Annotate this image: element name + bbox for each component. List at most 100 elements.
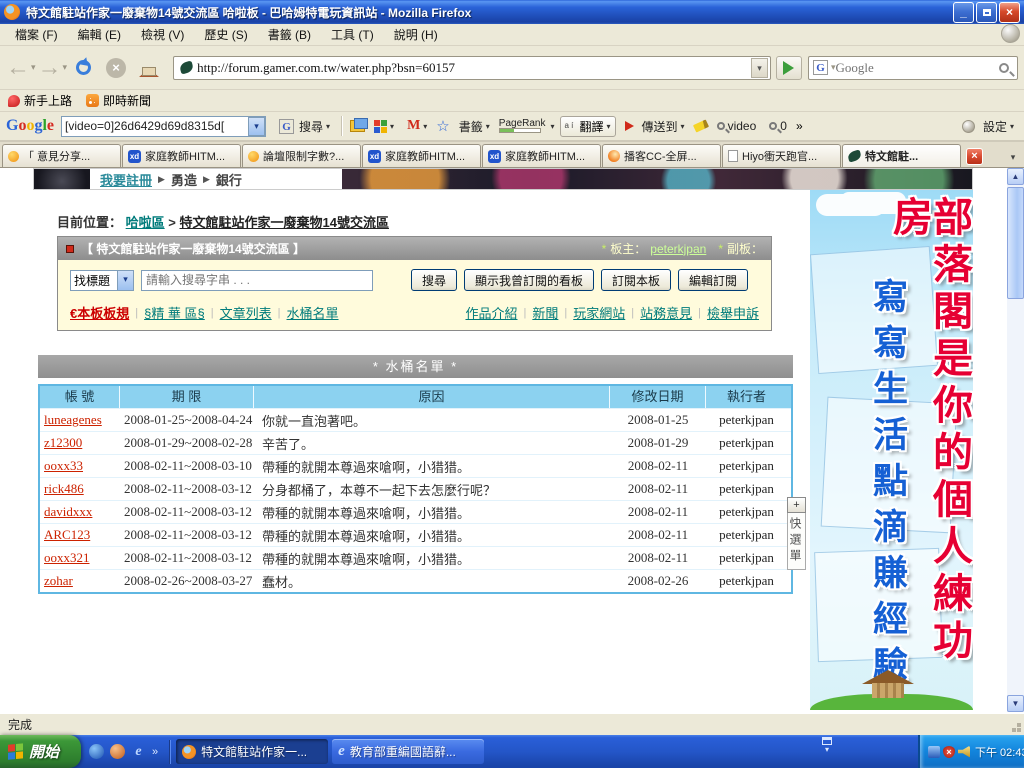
avatar-link[interactable]: 勇造 xyxy=(171,170,197,189)
go-button[interactable] xyxy=(776,56,802,80)
task-ie[interactable]: e 教育部重編國語辭... xyxy=(332,739,484,764)
account-link[interactable]: rick486 xyxy=(40,481,120,497)
tab-5[interactable]: xd 家庭教師HITM... xyxy=(482,144,601,167)
send-to-button[interactable]: 傳送到 ▾ xyxy=(621,116,689,137)
menu-tools[interactable]: 工具 (T) xyxy=(322,24,383,45)
back-button[interactable]: ← ▾ xyxy=(6,56,36,80)
menu-edit[interactable]: 編輯 (E) xyxy=(69,24,130,45)
resize-grip[interactable] xyxy=(1017,728,1021,732)
highlighter-icon[interactable] xyxy=(693,119,709,132)
bookmark-getting-started[interactable]: 新手上路 xyxy=(8,92,72,109)
register-link[interactable]: 我要註冊 xyxy=(100,170,152,189)
bank-link[interactable]: 銀行 xyxy=(216,170,242,189)
toolbar-search-button[interactable]: G 搜尋 ▾ xyxy=(271,116,334,137)
bookmark-star-icon[interactable]: ☆ xyxy=(436,117,449,135)
settings-button[interactable]: 設定 ▾ xyxy=(979,116,1018,137)
apps-cube-button[interactable]: ▾ xyxy=(370,118,398,135)
forward-button[interactable]: → ▾ xyxy=(38,56,68,80)
quick-menu-widget[interactable]: + 快選單 xyxy=(786,497,807,570)
toolbar-overflow-chevron[interactable]: » xyxy=(796,119,803,133)
tab-3[interactable]: 論壇限制字數?... xyxy=(242,144,361,167)
scroll-up-icon[interactable]: ▲ xyxy=(1007,168,1024,185)
find-word-count-button[interactable]: 0 xyxy=(765,117,791,135)
back-dropdown-icon[interactable]: ▾ xyxy=(31,62,36,73)
tab-8-active[interactable]: 特文館駐... xyxy=(842,144,961,167)
subscribe-button[interactable]: 訂閱本板 xyxy=(601,269,671,291)
internet-explorer-icon[interactable]: e xyxy=(131,744,146,759)
quick-launch-icon-1[interactable] xyxy=(89,744,104,759)
site-feedback-link[interactable]: 站務意見 xyxy=(640,303,692,322)
ban-list-link[interactable]: 水桶名單 xyxy=(287,303,339,322)
report-link[interactable]: 檢舉申訴 xyxy=(707,303,759,322)
account-link[interactable]: luneagenes xyxy=(40,412,120,428)
tab-close-button[interactable]: × xyxy=(966,148,983,165)
reload-icon[interactable] xyxy=(76,60,91,75)
home-icon[interactable] xyxy=(138,59,160,77)
menu-file[interactable]: 檔案 (F) xyxy=(6,24,67,45)
board-rules-link[interactable]: €本板板規 xyxy=(70,303,129,322)
breadcrumb-section-link[interactable]: 哈啦區 xyxy=(126,215,165,230)
close-button[interactable]: × xyxy=(999,2,1020,23)
photos-icon[interactable] xyxy=(350,120,365,132)
tab-6[interactable]: 播客CC-全屏... xyxy=(602,144,721,167)
account-link[interactable]: davidxxx xyxy=(40,504,120,520)
google-engine-icon[interactable]: G xyxy=(813,60,828,75)
search-magnifier-icon[interactable] xyxy=(999,63,1009,73)
menu-view[interactable]: 檢視 (V) xyxy=(132,24,193,45)
menu-history[interactable]: 歷史 (S) xyxy=(195,24,256,45)
search-button[interactable]: 搜尋 xyxy=(411,269,457,291)
sidebar-ad[interactable]: 部落閣是你的個人練功房 寫寫生活點滴賺經驗 xyxy=(810,190,973,710)
account-link[interactable]: ARC123 xyxy=(40,527,120,543)
account-link[interactable]: z12300 xyxy=(40,435,120,451)
address-dropdown-icon[interactable]: ▾ xyxy=(751,58,768,78)
account-link[interactable]: zohar xyxy=(40,573,120,589)
stop-icon[interactable]: × xyxy=(106,58,126,78)
essence-area-link[interactable]: §精 華 區§ xyxy=(144,303,205,322)
search-type-select[interactable]: 找標題 ▾ xyxy=(70,270,134,291)
tray-security-alert-icon[interactable] xyxy=(943,746,955,758)
bookmark-latest-news[interactable]: 即時新聞 xyxy=(86,92,151,109)
moderator-link[interactable]: peterkjpan xyxy=(650,242,706,256)
menu-help[interactable]: 說明 (H) xyxy=(385,24,447,45)
web-search-input[interactable] xyxy=(836,60,999,76)
pagerank-widget[interactable]: PageRank xyxy=(499,119,546,133)
url-input[interactable] xyxy=(197,60,751,76)
tab-2[interactable]: xd 家庭教師HITM... xyxy=(122,144,241,167)
translate-button[interactable]: a í 翻譯 ▾ xyxy=(560,116,616,137)
edit-subscription-button[interactable]: 編輯訂閱 xyxy=(678,269,748,291)
quick-launch-icon-2[interactable] xyxy=(110,744,125,759)
account-link[interactable]: ooxx33 xyxy=(40,458,120,474)
tray-volume-icon[interactable] xyxy=(958,746,970,758)
forward-dropdown-icon[interactable]: ▾ xyxy=(63,62,68,73)
quick-menu-label[interactable]: 快選單 xyxy=(787,513,806,570)
tab-7[interactable]: Hiyo衝天跑官... xyxy=(722,144,841,167)
scrollbar-thumb[interactable] xyxy=(1007,187,1024,299)
board-search-input[interactable] xyxy=(141,270,373,291)
show-subscribed-button[interactable]: 顯示我曾訂閱的看板 xyxy=(464,269,594,291)
gmail-button[interactable]: M ▾ xyxy=(403,116,431,136)
start-button[interactable]: 開始 xyxy=(0,735,81,768)
quick-launch-overflow[interactable]: » xyxy=(152,746,158,758)
toolbar-search-combo[interactable]: ▾ xyxy=(61,116,266,137)
combo-dropdown-icon[interactable]: ▾ xyxy=(248,117,265,136)
toolbar-bookmarks-button[interactable]: 書籤 ▾ xyxy=(455,116,494,137)
article-list-link[interactable]: 文章列表 xyxy=(220,303,272,322)
find-word-video-button[interactable]: video xyxy=(713,117,761,135)
tray-network-icon[interactable] xyxy=(928,746,940,758)
scroll-down-icon[interactable]: ▼ xyxy=(1007,695,1024,712)
menu-bookmarks[interactable]: 書籤 (B) xyxy=(259,24,320,45)
toolbar-search-input[interactable] xyxy=(62,119,248,133)
works-intro-link[interactable]: 作品介紹 xyxy=(465,303,517,322)
tab-4[interactable]: xd 家庭教師HITM... xyxy=(362,144,481,167)
maximize-button[interactable] xyxy=(976,2,997,23)
taskbar-band-chevron[interactable]: ▾ xyxy=(822,737,832,755)
tab-1[interactable]: 「 意見分享... xyxy=(2,144,121,167)
breadcrumb-current-link[interactable]: 特文館駐站作家一廢棄物14號交流區 xyxy=(180,215,389,230)
player-sites-link[interactable]: 玩家網站 xyxy=(573,303,625,322)
minimize-button[interactable]: _ xyxy=(953,2,974,23)
quick-menu-expand-button[interactable]: + xyxy=(787,497,806,513)
list-all-tabs-icon[interactable]: ▾ xyxy=(1004,147,1022,167)
page-scrollbar[interactable]: ▲ ▼ xyxy=(1007,168,1024,712)
search-bar[interactable]: G ▾ xyxy=(808,56,1018,80)
address-bar[interactable]: ▾ xyxy=(173,56,771,80)
